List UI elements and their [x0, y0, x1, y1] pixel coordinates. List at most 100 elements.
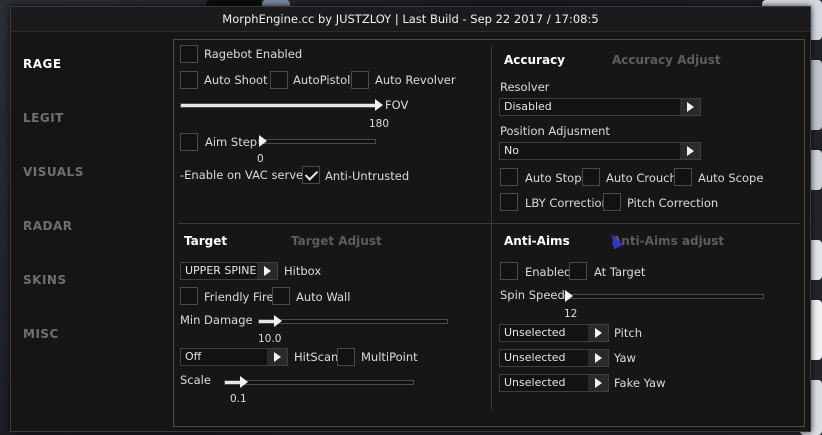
friendly-fire-label: Friendly Fire	[204, 290, 274, 304]
spin-speed-slider[interactable]	[564, 290, 764, 302]
min-damage-slider[interactable]	[258, 315, 448, 327]
tab-anti-aims-adjust[interactable]: Anti-Aims adjust	[612, 234, 724, 248]
resolver-value: Disabled	[504, 100, 552, 113]
anti-untrusted-checkbox[interactable]	[302, 166, 320, 184]
pitch-dropdown[interactable]: Unselected	[499, 324, 609, 342]
aim-step-checkbox[interactable]	[180, 133, 198, 151]
fov-value: 180	[369, 118, 390, 130]
auto-scope-checkbox[interactable]	[674, 168, 692, 186]
pitch-correction-label: Pitch Correction	[627, 196, 719, 210]
fov-slider[interactable]	[180, 99, 383, 111]
scale-slider[interactable]	[224, 376, 414, 388]
auto-wall-label: Auto Wall	[296, 290, 351, 304]
aim-step-label: Aim Step	[205, 135, 258, 149]
window-title: MorphEngine.cc by JUSTZLOY | Last Build …	[222, 12, 599, 26]
auto-crouch-checkbox[interactable]	[582, 168, 600, 186]
content-panel: Ragebot Enabled Auto Shoot AutoPistol Au…	[173, 39, 805, 427]
tab-accuracy[interactable]: Accuracy	[504, 53, 565, 67]
tab-target[interactable]: Target	[184, 234, 227, 248]
yaw-dropdown[interactable]: Unselected	[499, 349, 609, 367]
spin-speed-label: Spin Speed	[500, 288, 565, 302]
scale-value: 0.1	[230, 393, 247, 405]
hitbox-dropdown[interactable]: UPPER SPINE	[180, 262, 278, 280]
sidebar-item-legit[interactable]: LEGIT	[23, 111, 64, 125]
tab-accuracy-adjust[interactable]: Accuracy Adjust	[612, 53, 721, 67]
fake-yaw-dropdown[interactable]: Unselected	[499, 374, 609, 392]
pitch-value: Unselected	[504, 326, 566, 339]
position-adjustment-label: Position Adjusment	[500, 124, 610, 138]
hitscan-label: HitScan	[294, 350, 339, 364]
auto-crouch-label: Auto Crouch	[606, 171, 677, 185]
dropdown-arrow-icon[interactable]	[588, 375, 608, 391]
auto-shoot-label: Auto Shoot	[204, 73, 268, 87]
aim-step-slider-knob[interactable]	[259, 135, 267, 147]
hitbox-value: UPPER SPINE	[185, 264, 257, 277]
spin-speed-value: 12	[564, 308, 578, 320]
position-adjustment-dropdown[interactable]: No	[499, 142, 701, 160]
sidebar-item-rage[interactable]: RAGE	[23, 57, 62, 71]
pitch-label: Pitch	[614, 326, 642, 340]
at-target-label: At Target	[594, 265, 646, 279]
hitbox-label: Hitbox	[284, 264, 322, 278]
sidebar-item-visuals[interactable]: VISUALS	[23, 165, 84, 179]
dropdown-arrow-icon[interactable]	[588, 325, 608, 341]
scale-label: Scale	[180, 373, 211, 387]
sidebar: RAGE LEGIT VISUALS RADAR SKINS MISC	[11, 33, 169, 431]
min-damage-slider-knob[interactable]	[274, 315, 282, 327]
aim-step-slider[interactable]	[258, 135, 376, 147]
at-target-checkbox[interactable]	[569, 262, 587, 280]
fov-slider-fill	[181, 104, 379, 107]
spin-speed-slider-knob[interactable]	[565, 290, 573, 302]
vac-note-text: -Enable on VAC servers	[180, 168, 314, 182]
multipoint-label: MultiPoint	[361, 350, 418, 364]
lby-correction-checkbox[interactable]	[500, 193, 518, 211]
anti-untrusted-label: Anti-Untrusted	[325, 169, 410, 183]
fov-slider-knob[interactable]	[375, 99, 383, 111]
fake-yaw-label: Fake Yaw	[614, 376, 666, 390]
resolver-label: Resolver	[500, 80, 550, 94]
friendly-fire-checkbox[interactable]	[180, 287, 198, 305]
fov-label: FOV	[385, 98, 409, 112]
auto-shoot-checkbox[interactable]	[180, 71, 198, 89]
fake-yaw-value: Unselected	[504, 376, 566, 389]
tab-target-adjust[interactable]: Target Adjust	[291, 234, 382, 248]
hitscan-value: Off	[185, 350, 202, 363]
sidebar-item-misc[interactable]: MISC	[23, 327, 59, 341]
auto-stop-label: Auto Stop	[525, 171, 582, 185]
scale-slider-knob[interactable]	[240, 376, 248, 388]
auto-revolver-label: Auto Revolver	[375, 73, 456, 87]
auto-stop-checkbox[interactable]	[500, 168, 518, 186]
multipoint-checkbox[interactable]	[337, 348, 355, 366]
min-damage-label: Min Damage	[180, 313, 253, 327]
aa-enabled-label: Enabled	[525, 265, 572, 279]
auto-pistol-label: AutoPistol	[293, 73, 351, 87]
resolver-dropdown[interactable]: Disabled	[499, 98, 701, 116]
pitch-correction-checkbox[interactable]	[603, 193, 621, 211]
aim-step-value: 0	[257, 153, 264, 165]
auto-scope-label: Auto Scope	[698, 171, 764, 185]
sidebar-item-skins[interactable]: SKINS	[23, 273, 67, 287]
tab-anti-aims[interactable]: Anti-Aims	[504, 234, 570, 248]
ragebot-enabled-label: Ragebot Enabled	[204, 47, 303, 61]
auto-revolver-checkbox[interactable]	[351, 71, 369, 89]
yaw-label: Yaw	[614, 351, 636, 365]
yaw-value: Unselected	[504, 351, 566, 364]
sidebar-item-radar[interactable]: RADAR	[23, 219, 73, 233]
aa-enabled-checkbox[interactable]	[500, 262, 518, 280]
min-damage-value: 10.0	[258, 333, 282, 345]
dropdown-arrow-icon[interactable]	[257, 263, 277, 279]
dropdown-arrow-icon[interactable]	[680, 99, 700, 115]
dropdown-arrow-icon[interactable]	[680, 143, 700, 159]
auto-wall-checkbox[interactable]	[272, 287, 290, 305]
window-titlebar[interactable]: MorphEngine.cc by JUSTZLOY | Last Build …	[11, 7, 810, 32]
dropdown-arrow-icon[interactable]	[267, 349, 287, 365]
column-divider	[491, 46, 492, 410]
position-adjustment-value: No	[504, 144, 519, 157]
auto-pistol-checkbox[interactable]	[270, 71, 288, 89]
dropdown-arrow-icon[interactable]	[588, 350, 608, 366]
cheat-menu-window: MorphEngine.cc by JUSTZLOY | Last Build …	[10, 6, 811, 432]
lby-correction-label: LBY Correction	[525, 196, 609, 210]
ragebot-enabled-checkbox[interactable]	[180, 45, 198, 63]
hitscan-dropdown[interactable]: Off	[180, 348, 288, 366]
row-divider	[178, 223, 800, 224]
